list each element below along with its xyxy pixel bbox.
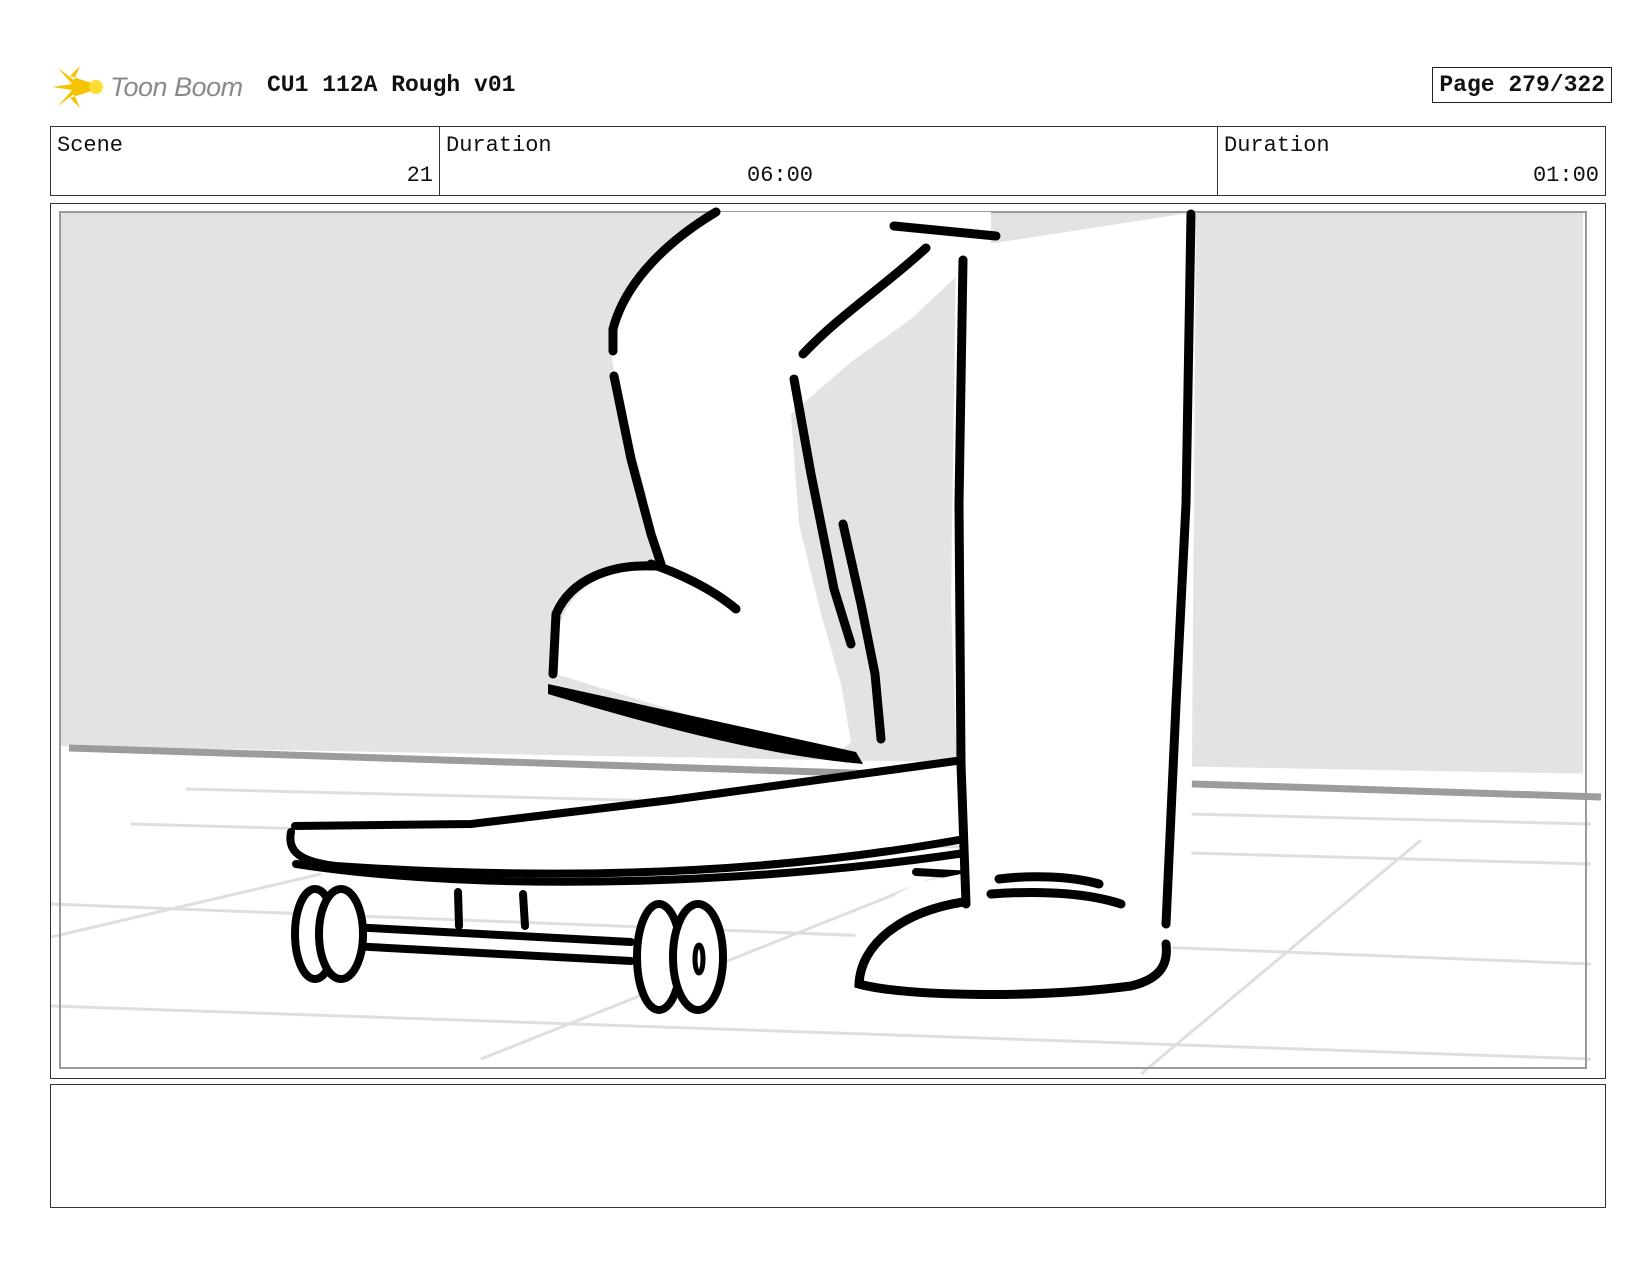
page-number: Page 279/322 bbox=[1432, 67, 1612, 103]
scene-value: 21 bbox=[406, 163, 433, 188]
duration-label: Duration bbox=[1224, 133, 1330, 158]
scene-duration-value: 06:00 bbox=[747, 163, 814, 188]
panel-duration-cell: Duration 01:00 bbox=[1218, 127, 1605, 195]
duration-label: Duration bbox=[446, 133, 552, 158]
right-wheel bbox=[633, 900, 727, 1014]
panel-drawing bbox=[51, 207, 1605, 1078]
left-wheel bbox=[291, 885, 367, 983]
logo-text: Toon Boom bbox=[110, 72, 243, 102]
scene-label: Scene bbox=[57, 133, 124, 158]
page-header: Toon Boom CU1 112A Rough v01 Page 279/32… bbox=[52, 58, 1612, 118]
scene-duration-cell: Duration 06:00 bbox=[440, 127, 1218, 195]
panel-duration-value: 01:00 bbox=[1532, 163, 1599, 188]
starburst-icon bbox=[52, 66, 104, 108]
scene-cell: Scene 21 bbox=[51, 127, 440, 195]
document-title: CU1 112A Rough v01 bbox=[267, 72, 516, 98]
panel-notes bbox=[50, 1084, 1606, 1208]
storyboard-panel bbox=[50, 203, 1606, 1079]
toon-boom-logo: Toon Boom bbox=[52, 62, 252, 112]
scene-info-table: Scene 21 Duration 06:00 Duration 01:00 bbox=[50, 126, 1606, 196]
